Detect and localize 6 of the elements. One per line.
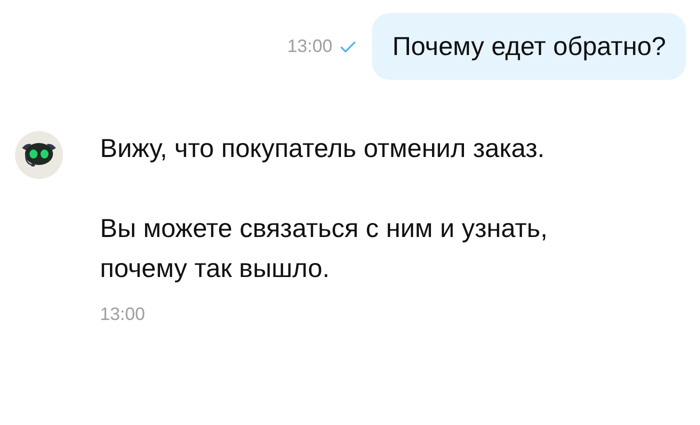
message-text: Вы можете связаться с ним и узнать, почему так вышло. [100,212,549,285]
message-text: Вижу, что покупатель отменил заказ. [100,132,546,165]
message-text: Почему едет обратно? [392,31,666,61]
message-time: 13:00 [287,36,332,57]
robot-avatar-icon [14,130,64,180]
message-time: 13:00 [100,304,146,325]
